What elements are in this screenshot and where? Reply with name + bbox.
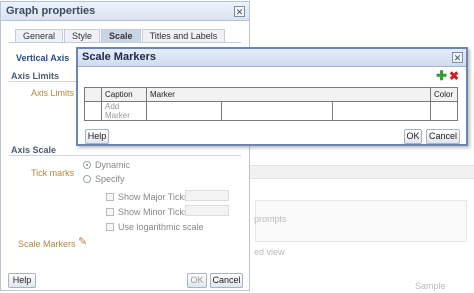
plus-icon[interactable]: ✚ (436, 69, 447, 82)
delete-x-icon[interactable]: ✖ (449, 70, 459, 82)
tab-divider (9, 42, 241, 43)
tab-titles-and-labels[interactable]: Titles and Labels (141, 29, 226, 43)
color-column-header: Color (430, 87, 458, 102)
specify-option-label: Specify (95, 174, 125, 184)
background-view-text: ed view (254, 247, 285, 257)
close-icon[interactable]: ✕ (452, 52, 463, 63)
close-icon[interactable]: ✕ (234, 6, 245, 17)
dynamic-option-label: Dynamic (95, 160, 131, 170)
help-button[interactable]: Help (8, 273, 36, 288)
show-minor-ticks-checkbox[interactable] (106, 208, 114, 216)
log-scale-checkbox[interactable] (106, 223, 114, 231)
row-selector-header (84, 87, 102, 102)
show-major-ticks-checkbox[interactable] (106, 193, 114, 201)
tab-style[interactable]: Style (64, 29, 101, 43)
markers-table: Caption Marker Color Add Marker (84, 87, 458, 121)
graph-properties-dialog: Graph properties ✕ General Style Scale T… (0, 1, 250, 291)
scale-markers-label: Scale Markers (18, 239, 76, 249)
help-button[interactable]: Help (85, 129, 109, 144)
pencil-icon[interactable]: ✎ (78, 235, 87, 248)
caption-column-header: Caption (101, 87, 147, 102)
background-toolbar-strip (250, 165, 474, 179)
show-minor-ticks-label: Show Minor Ticks (118, 207, 189, 217)
scale-markers-dialog: Scale Markers ✕ ✚ ✖ Caption Marker Color… (76, 47, 468, 146)
background-sample-text: Sample (415, 281, 446, 291)
row-selector-cell[interactable] (84, 101, 102, 121)
tab-scale[interactable]: Scale (101, 29, 141, 43)
log-scale-label: Use logarithmic scale (118, 222, 204, 232)
cancel-button[interactable]: Cancel (210, 273, 243, 288)
specify-radio[interactable] (83, 175, 91, 183)
scale-markers-title: Scale Markers (82, 51, 156, 63)
background-prompts-text: prompts (254, 214, 287, 224)
table-row[interactable]: Add Marker (84, 101, 458, 121)
ok-button[interactable]: OK (187, 273, 207, 288)
tick-marks-label: Tick marks (31, 168, 75, 178)
axis-limits-label: Axis Limits (31, 88, 75, 98)
minor-ticks-input[interactable] (185, 205, 229, 216)
scale-markers-titlebar: Scale Markers ✕ (78, 49, 466, 67)
marker-cell[interactable] (332, 101, 431, 121)
tab-general[interactable]: General (15, 29, 64, 43)
graph-properties-title: Graph properties (6, 5, 96, 17)
axis-scale-heading: Axis Scale (11, 145, 57, 155)
vertical-axis-heading: Vertical Axis (16, 53, 70, 63)
axis-scale-divider (9, 155, 241, 156)
caption-cell[interactable]: Add Marker (101, 101, 147, 121)
axis-limits-heading: Axis Limits (11, 71, 60, 81)
graph-properties-titlebar: Graph properties ✕ (1, 2, 249, 21)
show-major-ticks-label: Show Major Ticks (118, 192, 189, 202)
tab-bar: General Style Scale Titles and Labels (15, 29, 226, 43)
table-header-row: Caption Marker Color (84, 87, 458, 102)
marker-cell[interactable] (146, 101, 222, 121)
dynamic-radio[interactable] (83, 161, 91, 169)
color-cell[interactable] (430, 101, 458, 121)
ok-button[interactable]: OK (404, 129, 422, 144)
marker-column-header: Marker (146, 87, 431, 102)
cancel-button[interactable]: Cancel (426, 129, 460, 144)
major-ticks-input[interactable] (185, 190, 229, 201)
marker-cell[interactable] (221, 101, 333, 121)
